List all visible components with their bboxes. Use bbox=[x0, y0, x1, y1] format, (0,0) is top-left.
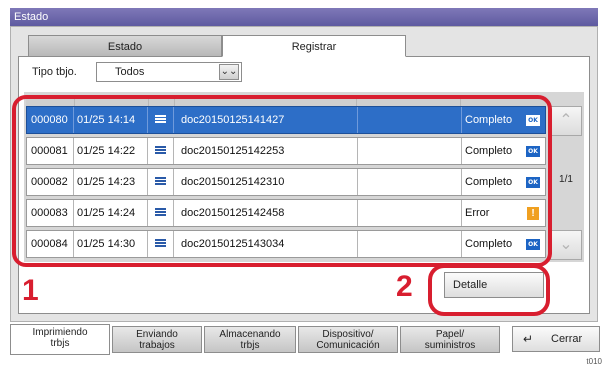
close-button[interactable]: ↵ Cerrar bbox=[512, 326, 600, 352]
callout-highlight-detail bbox=[428, 264, 550, 316]
tab-label-line2: trabajos bbox=[139, 340, 175, 351]
callout-number-1: 1 bbox=[22, 274, 39, 307]
tab-label-line2: trbjs bbox=[240, 340, 260, 351]
job-type-label: Tipo tbjo. bbox=[32, 66, 77, 78]
close-label: Cerrar bbox=[551, 333, 583, 345]
window-title-bar: Estado bbox=[10, 8, 598, 26]
chevron-down-icon[interactable]: ⌄⌄ bbox=[219, 64, 239, 80]
callout-number-2: 2 bbox=[396, 270, 413, 303]
tab-printing-jobs[interactable]: Imprimiendo trbjs bbox=[10, 324, 110, 355]
figure-code: t010 bbox=[586, 357, 602, 366]
page-indicator: 1/1 bbox=[559, 174, 573, 185]
tab-label-line1: Dispositivo/ bbox=[322, 329, 374, 340]
scroll-down-button[interactable]: ⌄ bbox=[550, 230, 582, 260]
job-type-select[interactable]: Todos ⌄⌄ bbox=[96, 62, 242, 82]
tab-label-line1: Almacenando bbox=[219, 329, 281, 340]
tab-estado[interactable]: Estado bbox=[28, 35, 222, 57]
tab-label-line2: Comunicación bbox=[316, 340, 380, 351]
bottom-tab-bar: Imprimiendo trbjs Enviando trabajos Alma… bbox=[10, 322, 600, 356]
return-arrow-icon: ↵ bbox=[523, 332, 534, 346]
list-scroll-controls: ⌃ 1/1 ⌄ bbox=[550, 106, 582, 260]
tab-label-line2: trbjs bbox=[50, 338, 70, 349]
tab-label-line1: Imprimiendo bbox=[32, 327, 88, 338]
tab-paper-supplies[interactable]: Papel/ suministros bbox=[400, 326, 500, 353]
job-type-value: Todos bbox=[115, 66, 145, 78]
window-title: Estado bbox=[14, 11, 49, 23]
scroll-up-button[interactable]: ⌃ bbox=[550, 106, 582, 136]
tab-registrar[interactable]: Registrar bbox=[222, 35, 406, 57]
tab-device-communication[interactable]: Dispositivo/ Comunicación bbox=[298, 326, 398, 353]
tab-label-line1: Enviando bbox=[136, 329, 178, 340]
tab-storing-jobs[interactable]: Almacenando trbjs bbox=[204, 326, 296, 353]
tab-sending-jobs[interactable]: Enviando trabajos bbox=[112, 326, 202, 353]
tab-label-line2: suministros bbox=[424, 340, 476, 351]
tab-label-line1: Papel/ bbox=[435, 329, 465, 340]
callout-highlight-list bbox=[12, 95, 552, 267]
